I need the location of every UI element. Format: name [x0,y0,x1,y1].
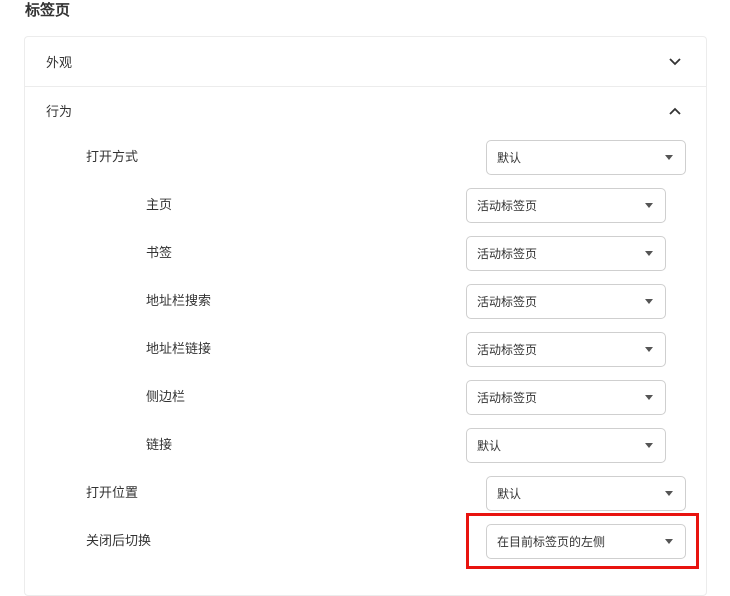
section-appearance-label: 外观 [46,56,73,71]
link-label: 链接 [146,438,173,453]
open-method-value: 默认 [497,151,522,165]
section-appearance-header[interactable]: 外观 [25,37,706,86]
caret-down-icon [665,155,673,160]
caret-down-icon [645,251,653,256]
caret-down-icon [645,203,653,208]
page-title: 标签页 [25,1,71,19]
caret-down-icon [645,299,653,304]
chevron-up-icon [668,104,682,118]
addressbar-link-select[interactable]: 活动标签页 [466,332,666,367]
section-behavior-header[interactable]: 行为 [25,86,706,135]
bookmarks-select[interactable]: 活动标签页 [466,236,666,271]
caret-down-icon [645,443,653,448]
addressbar-link-value: 活动标签页 [477,343,538,357]
link-select[interactable]: 默认 [466,428,666,463]
caret-down-icon [645,395,653,400]
chevron-down-icon [668,55,682,69]
addressbar-search-label: 地址栏搜索 [146,294,212,309]
sidebar-value: 活动标签页 [477,391,538,405]
section-behavior-label: 行为 [46,105,73,120]
open-position-select[interactable]: 默认 [486,476,686,511]
switch-after-close-select[interactable]: 在目前标签页的左侧 [486,524,686,559]
open-method-label: 打开方式 [86,150,139,165]
sidebar-label: 侧边栏 [146,390,186,405]
open-position-value: 默认 [497,487,522,501]
addressbar-search-select[interactable]: 活动标签页 [466,284,666,319]
open-method-select[interactable]: 默认 [486,140,686,175]
homepage-label: 主页 [146,198,173,213]
link-value: 默认 [477,439,502,453]
sidebar-select[interactable]: 活动标签页 [466,380,666,415]
bookmarks-value: 活动标签页 [477,247,538,261]
caret-down-icon [665,491,673,496]
addressbar-link-label: 地址栏链接 [146,342,212,357]
caret-down-icon [645,347,653,352]
switch-after-close-value: 在目前标签页的左侧 [497,535,606,549]
homepage-value: 活动标签页 [477,199,538,213]
bookmarks-label: 书签 [146,246,173,261]
switch-after-close-label: 关闭后切换 [86,534,152,549]
homepage-select[interactable]: 活动标签页 [466,188,666,223]
addressbar-search-value: 活动标签页 [477,295,538,309]
open-position-label: 打开位置 [86,486,139,501]
caret-down-icon [665,539,673,544]
